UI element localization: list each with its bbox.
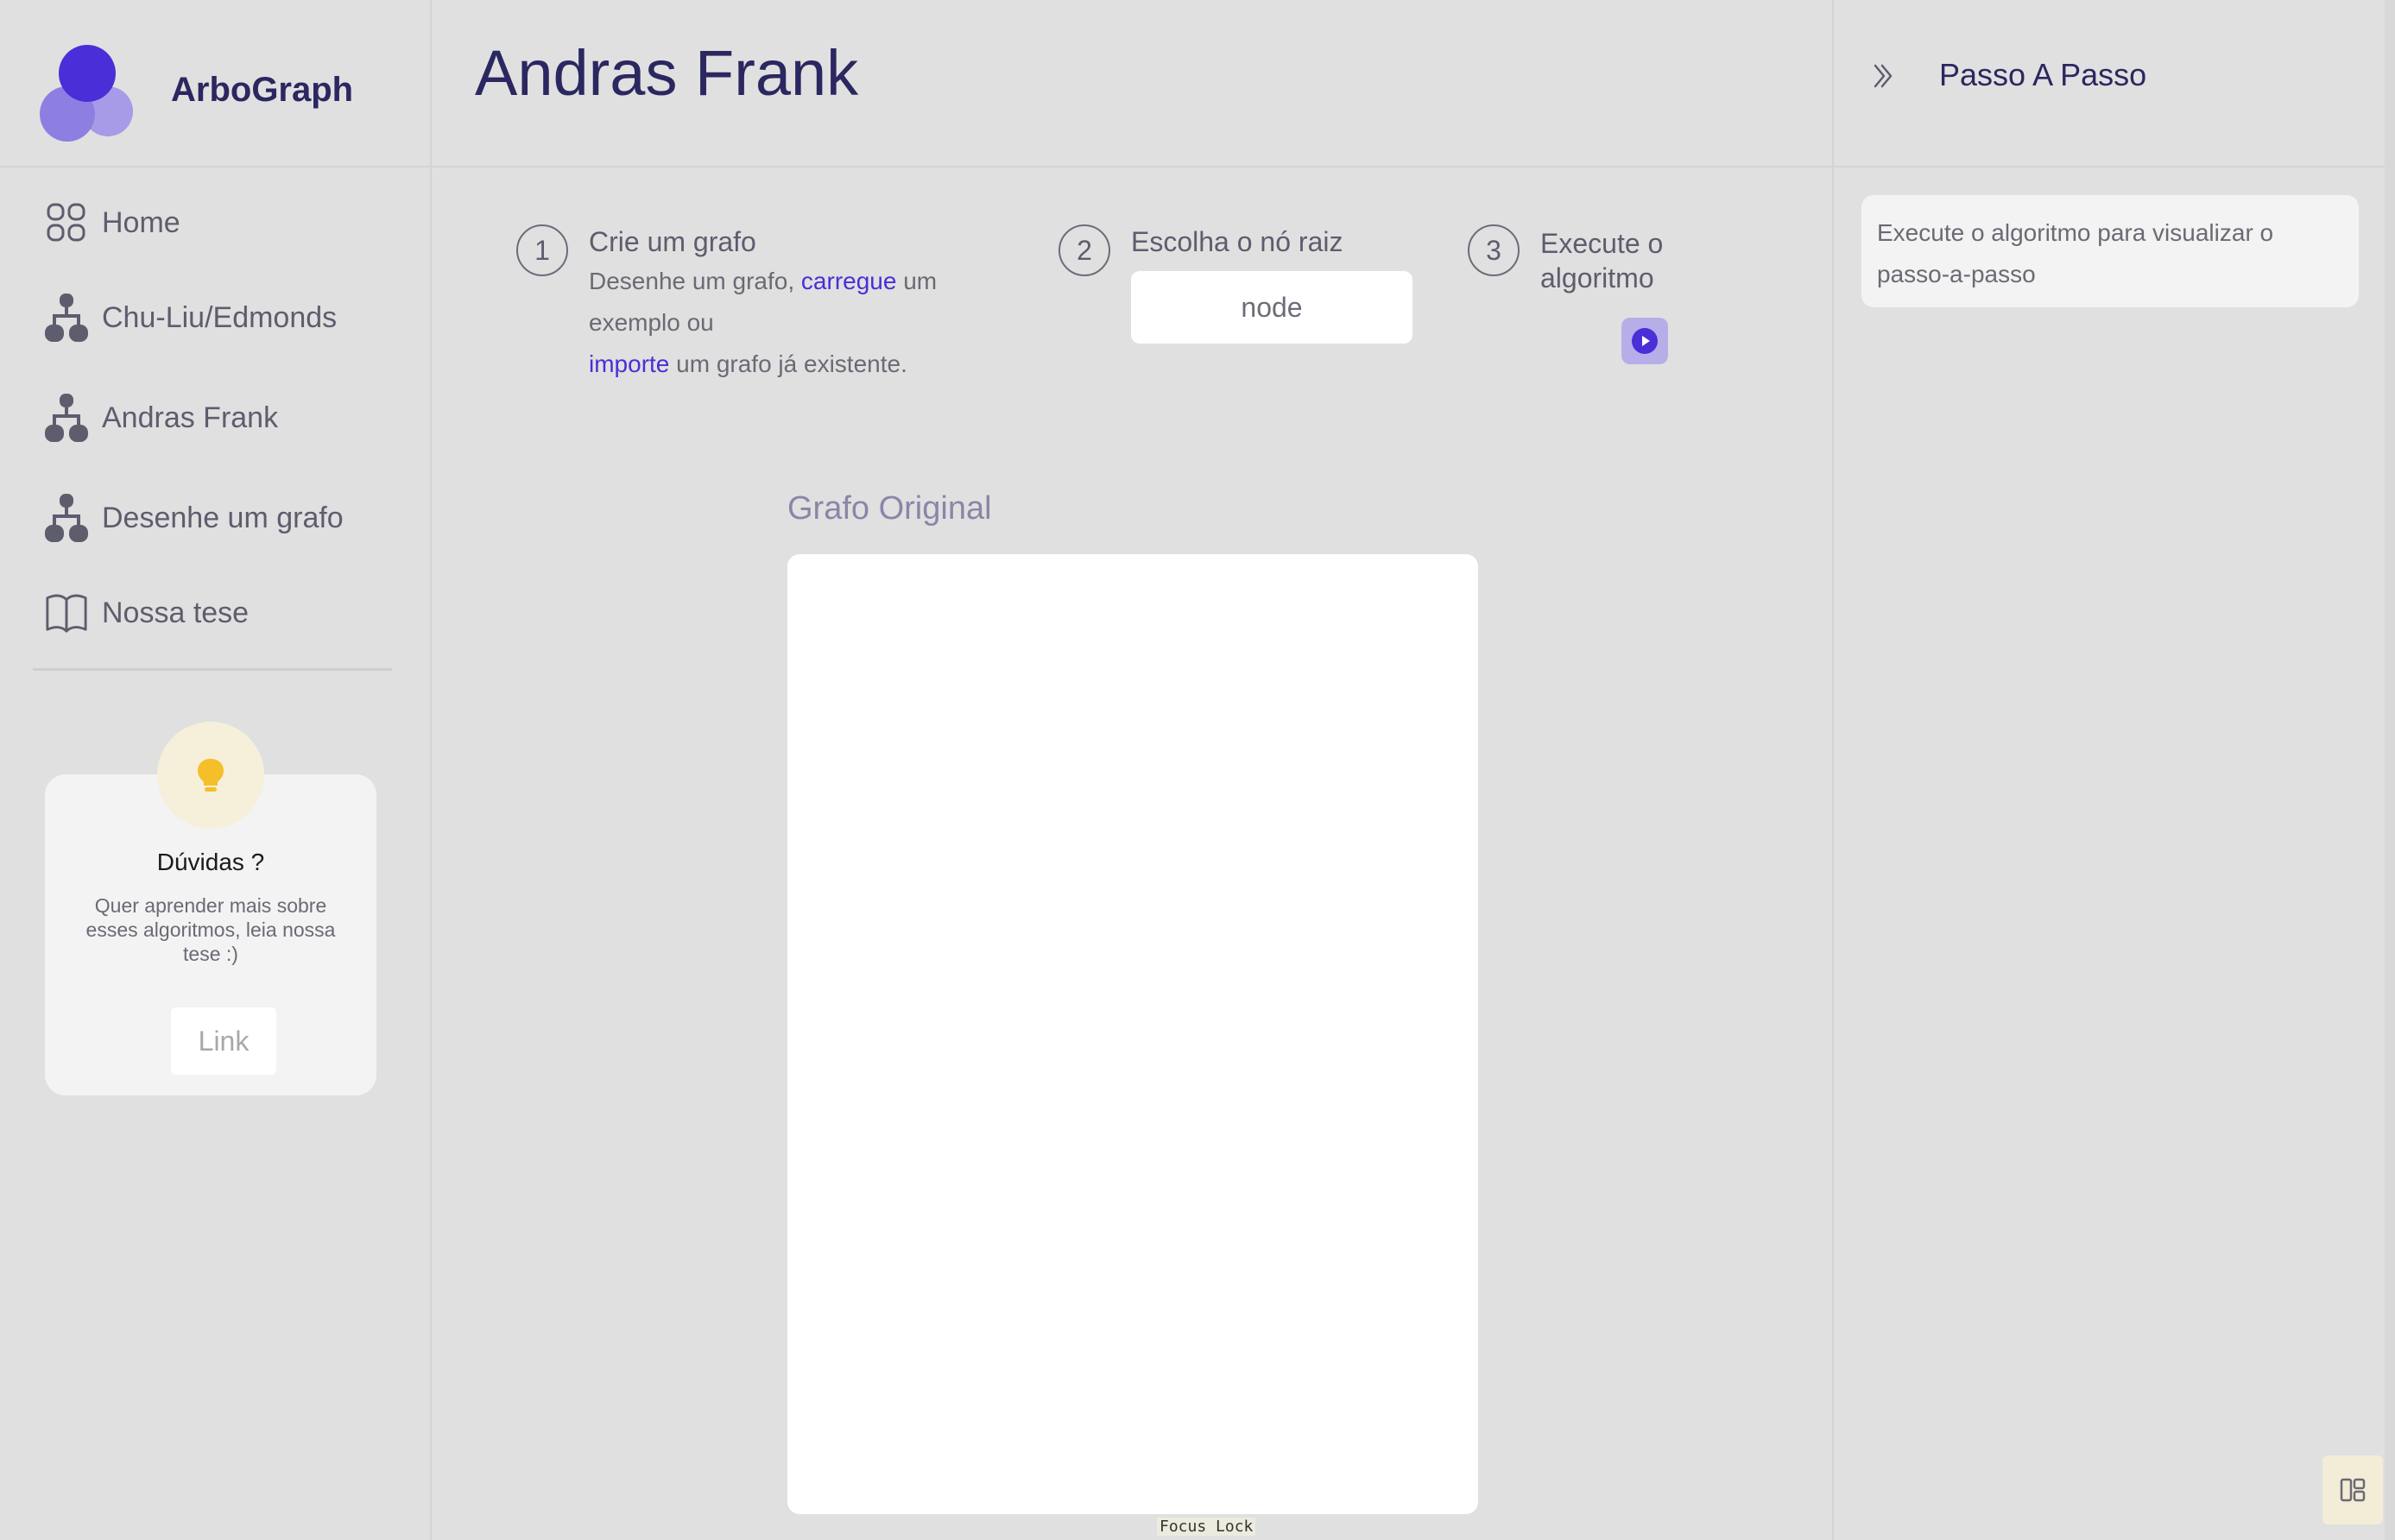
lightbulb-icon xyxy=(157,722,264,829)
sidebar-item-andras-frank[interactable]: Andras Frank xyxy=(45,390,408,445)
graph-canvas[interactable] xyxy=(787,554,1478,1514)
layout-icon xyxy=(2340,1478,2366,1502)
root-node-input[interactable] xyxy=(1131,271,1412,344)
page-title: Andras Frank xyxy=(475,37,859,109)
layout-toggle-button[interactable] xyxy=(2322,1455,2383,1524)
panel-header: Passo A Passo xyxy=(1834,0,2386,167)
logo[interactable] xyxy=(40,45,136,142)
sidebar-item-nossa-tese[interactable]: Nossa tese xyxy=(45,585,408,641)
step-1-number: 1 xyxy=(516,224,568,276)
step-1-text: Desenhe um grafo, carregue um exemplo ou… xyxy=(589,268,938,377)
main-content: Andras Frank 1 Crie um grafo Desenhe um … xyxy=(432,0,1832,1540)
panel-title: Passo A Passo xyxy=(1939,57,2147,92)
sidebar-item-label: Andras Frank xyxy=(102,401,279,434)
app-title[interactable]: ArboGraph xyxy=(171,71,353,110)
sidebar-item-label: Chu-Liu/Edmonds xyxy=(102,300,338,334)
main-header: Andras Frank xyxy=(432,0,1832,167)
step-2-title: Escolha o nó raiz xyxy=(1131,226,1343,257)
double-chevron-right-icon[interactable] xyxy=(1867,59,1901,93)
help-title: Dúvidas ? xyxy=(156,849,265,875)
scrollbar[interactable] xyxy=(2385,0,2395,1540)
book-icon xyxy=(45,589,88,637)
focus-lock-label: Focus Lock xyxy=(1157,1518,1256,1536)
brand: ArboGraph xyxy=(0,0,432,167)
sidebar-item-home[interactable]: Home xyxy=(45,195,408,250)
import-graph-link[interactable]: importe xyxy=(589,350,669,377)
sidebar-item-desenhe-um-grafo[interactable]: Desenhe um grafo xyxy=(45,490,408,546)
grid-icon xyxy=(45,199,88,247)
sidebar-divider xyxy=(33,668,392,671)
step-by-step-panel: Passo A Passo Execute o algoritmo para v… xyxy=(1832,0,2386,1540)
step-3-title: Execute o algoritmo xyxy=(1540,228,1664,293)
graph-label: Grafo Original xyxy=(787,490,992,527)
step-2-number: 2 xyxy=(1058,224,1110,276)
thesis-link-button[interactable]: Link xyxy=(171,1007,276,1075)
play-icon xyxy=(1632,328,1658,354)
load-example-link[interactable]: carregue xyxy=(801,268,897,294)
hierarchy-icon xyxy=(45,494,88,542)
hierarchy-icon xyxy=(45,394,88,442)
step-1-title: Crie um grafo xyxy=(589,226,756,257)
panel-message: Execute o algoritmo para visualizar o pa… xyxy=(1861,195,2359,307)
hierarchy-icon xyxy=(45,293,88,342)
step-3-number: 3 xyxy=(1468,224,1520,276)
help-card: Dúvidas ? Quer aprender mais sobre esses… xyxy=(45,722,376,1095)
sidebar-item-label: Desenhe um grafo xyxy=(102,501,344,534)
sidebar-item-chu-liu-edmonds[interactable]: Chu-Liu/Edmonds xyxy=(45,290,408,345)
sidebar-item-label: Nossa tese xyxy=(102,596,250,629)
sidebar: ArboGraph Home Chu-Liu/Edmonds Andras Fr… xyxy=(0,0,432,1540)
run-algorithm-button[interactable] xyxy=(1621,318,1668,364)
sidebar-item-label: Home xyxy=(102,205,180,239)
help-text: Quer aprender mais sobre esses algoritmo… xyxy=(85,894,336,965)
